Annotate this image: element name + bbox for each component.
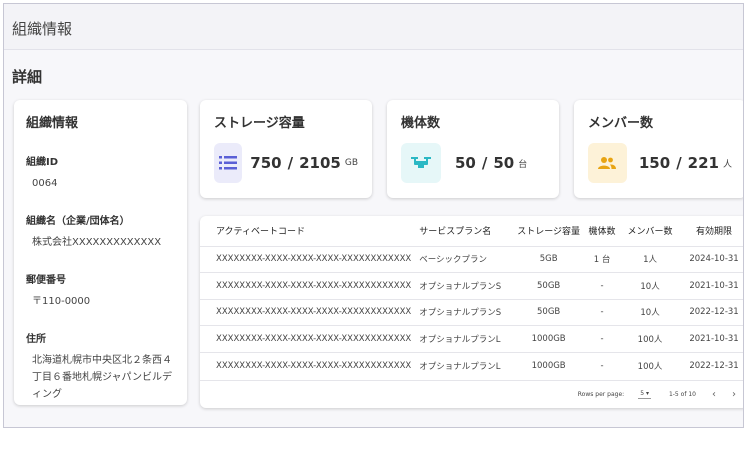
table-row[interactable]: XXXXXXXX-XXXX-XXXX-XXXX-XXXXXXXXXXXX オプシ… xyxy=(200,272,743,299)
page-header-title: 組織情報 xyxy=(12,20,73,38)
drone-icon xyxy=(401,143,441,183)
cell-expiry: 2021-10-31 xyxy=(680,325,743,352)
license-table-card: アクティベートコード サービスプラン名 ストレージ容量 機体数 メンバー数 有効… xyxy=(200,216,743,408)
aircraft-total: 50 xyxy=(493,154,515,172)
cell-aircraft: 1 台 xyxy=(584,245,621,273)
cell-plan-name: ベーシックプラン xyxy=(415,245,514,273)
cell-storage: 5GB xyxy=(513,245,585,273)
chevron-left-icon[interactable]: ‹ xyxy=(712,389,716,400)
cell-aircraft: - xyxy=(584,272,621,299)
rows-per-page-label: Rows per page: xyxy=(577,391,625,398)
aircraft-stat-card: 機体数 50 / 50 台 xyxy=(387,100,559,198)
aircraft-unit: 台 xyxy=(518,159,528,170)
cell-storage: 50GB xyxy=(513,272,585,299)
org-info-card: 組織情報 組織ID 0064 組織名（企業/団体名） 株式会社XXXXXXXXX… xyxy=(14,100,187,405)
table-row[interactable]: XXXXXXXX-XXXX-XXXX-XXXX-XXXXXXXXXXXX オプシ… xyxy=(200,351,743,379)
cell-members: 1人 xyxy=(620,245,681,273)
cell-members: 10人 xyxy=(620,272,681,299)
table-header-row: アクティベートコード サービスプラン名 ストレージ容量 機体数 メンバー数 有効… xyxy=(200,216,743,246)
org-id-label: 組織ID xyxy=(26,157,59,168)
members-used: 150 xyxy=(638,154,671,172)
storage-unit: GB xyxy=(344,158,358,168)
storage-stat-card: ストレージ容量 750 / 2105 GB xyxy=(200,100,372,198)
app-frame: 組織情報 詳細 組織情報 組織ID 0064 組織名（企業/団体名） 株式会社X… xyxy=(3,3,744,428)
col-storage[interactable]: ストレージ容量 xyxy=(513,216,584,246)
aircraft-used: 50 xyxy=(455,154,476,172)
col-members[interactable]: メンバー数 xyxy=(620,216,680,246)
cell-storage: 1000GB xyxy=(513,351,585,379)
cell-activation-code: XXXXXXXX-XXXX-XXXX-XXXX-XXXXXXXXXXXX xyxy=(200,272,416,299)
storage-list-icon xyxy=(214,143,243,183)
storage-used: 750 xyxy=(250,154,282,172)
members-icon xyxy=(588,143,627,183)
table-row[interactable]: XXXXXXXX-XXXX-XXXX-XXXX-XXXXXXXXXXXX ベーシ… xyxy=(200,245,743,273)
org-name-value: 株式会社XXXXXXXXXXXXX xyxy=(32,237,162,248)
org-id-value: 0064 xyxy=(32,178,58,189)
rows-per-page-select[interactable]: 5 ▾ xyxy=(638,390,651,399)
col-expiry[interactable]: 有効期限 xyxy=(680,216,743,246)
cell-plan-name: オプショナルプランL xyxy=(415,351,514,379)
members-separator: / xyxy=(676,154,682,172)
top-bar: 組織情報 xyxy=(4,4,743,50)
cell-plan-name: オプショナルプランS xyxy=(415,272,514,299)
org-card-title: 組織情報 xyxy=(26,116,79,131)
cell-storage: 50GB xyxy=(513,298,585,326)
cell-activation-code: XXXXXXXX-XXXX-XXXX-XXXX-XXXXXXXXXXXX xyxy=(200,351,416,379)
aircraft-separator: / xyxy=(481,154,488,172)
cell-activation-code: XXXXXXXX-XXXX-XXXX-XXXX-XXXXXXXXXXXX xyxy=(200,325,416,352)
chevron-down-icon: ▾ xyxy=(645,390,649,397)
address-label: 住所 xyxy=(26,334,46,345)
storage-stat-title: ストレージ容量 xyxy=(214,116,305,131)
org-name-label: 組織名（企業/団体名） xyxy=(26,216,130,227)
postal-code-value: 〒110-0000 xyxy=(32,296,91,307)
storage-separator: / xyxy=(287,154,294,172)
cell-storage: 1000GB xyxy=(513,325,585,352)
cell-members: 100人 xyxy=(620,325,681,352)
storage-total: 2105 xyxy=(299,154,341,172)
cell-expiry: 2022-12-31 xyxy=(680,351,743,379)
cell-expiry: 2022-12-31 xyxy=(680,298,743,326)
section-title: 詳細 xyxy=(12,68,43,86)
members-unit: 人 xyxy=(722,159,732,170)
col-aircraft[interactable]: 機体数 xyxy=(584,216,620,246)
rows-per-page-value: 5 xyxy=(640,390,645,397)
cell-aircraft: - xyxy=(584,325,621,352)
members-stat-card: メンバー数 150 / 221 人 xyxy=(574,100,743,198)
cell-expiry: 2024-10-31 xyxy=(680,245,743,273)
cell-plan-name: オプショナルプランL xyxy=(415,325,514,352)
cell-members: 10人 xyxy=(620,298,681,326)
members-total: 221 xyxy=(687,154,719,172)
cell-activation-code: XXXXXXXX-XXXX-XXXX-XXXX-XXXXXXXXXXXX xyxy=(200,298,416,326)
table-row[interactable]: XXXXXXXX-XXXX-XXXX-XXXX-XXXXXXXXXXXX オプシ… xyxy=(200,325,743,352)
aircraft-stat-title: 機体数 xyxy=(401,116,441,131)
address-value: 北海道札幌市中央区北２条西４丁目６番地札幌ジャパンビルディング xyxy=(32,355,172,400)
cell-aircraft: - xyxy=(584,298,621,326)
license-table: アクティベートコード サービスプラン名 ストレージ容量 機体数 メンバー数 有効… xyxy=(200,216,743,379)
chevron-right-icon[interactable]: › xyxy=(732,389,736,400)
page-range: 1-5 of 10 xyxy=(668,391,696,398)
col-plan-name[interactable]: サービスプラン名 xyxy=(415,216,513,246)
cell-activation-code: XXXXXXXX-XXXX-XXXX-XXXX-XXXXXXXXXXXX xyxy=(200,245,416,273)
col-activation-code[interactable]: アクティベートコード xyxy=(200,216,415,246)
cell-expiry: 2021-10-31 xyxy=(680,272,743,299)
cell-plan-name: オプショナルプランS xyxy=(415,298,514,326)
cell-aircraft: - xyxy=(584,351,621,379)
members-stat-title: メンバー数 xyxy=(588,116,654,131)
postal-code-label: 郵便番号 xyxy=(26,275,66,286)
cell-members: 100人 xyxy=(620,351,681,379)
table-row[interactable]: XXXXXXXX-XXXX-XXXX-XXXX-XXXXXXXXXXXX オプシ… xyxy=(200,298,743,326)
table-pagination: Rows per page: 5 ▾ 1-5 of 10 ‹ › xyxy=(200,380,743,408)
